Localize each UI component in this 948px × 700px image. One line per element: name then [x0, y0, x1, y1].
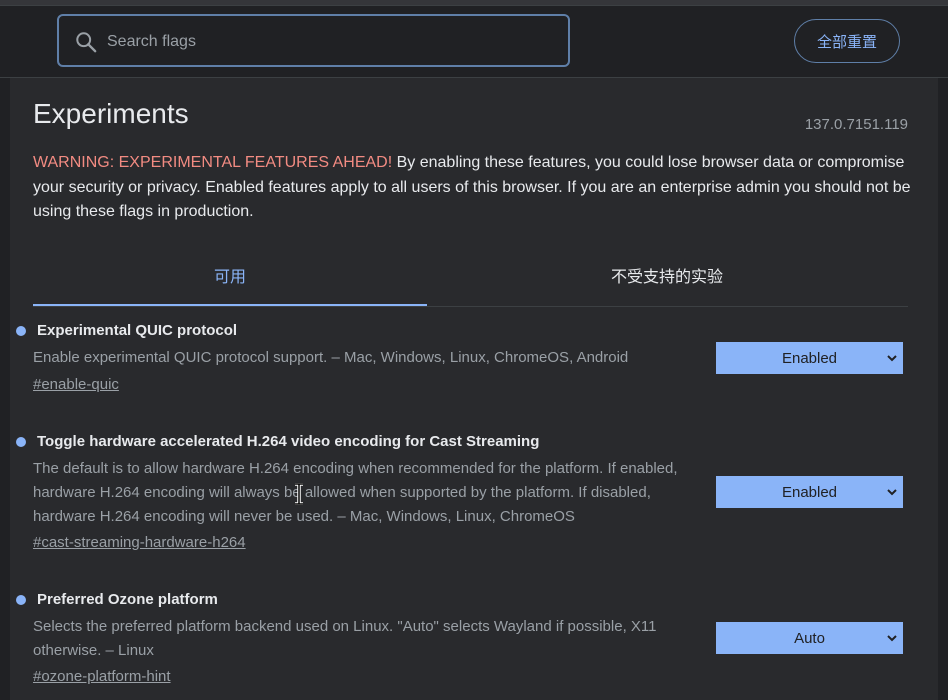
flag-indicator-dot [16, 326, 26, 336]
chevron-down-icon [887, 489, 897, 496]
flag-indicator-dot [16, 595, 26, 605]
flag-state-value: Auto [794, 629, 825, 647]
flag-description: Selects the preferred platform backend u… [33, 618, 657, 659]
flag-item-enable-quic: Experimental QUIC protocol Enable experi… [16, 322, 916, 402]
chevron-down-icon [887, 635, 897, 642]
flag-link[interactable]: #ozone-platform-hint [33, 668, 171, 685]
search-input[interactable] [105, 28, 559, 56]
text-cursor-icon [295, 483, 303, 505]
flag-item-cast-streaming-hardware-h264: Toggle hardware accelerated H.264 video … [16, 433, 916, 563]
flag-link[interactable]: #enable-quic [33, 376, 119, 393]
warning-message: WARNING: EXPERIMENTAL FEATURES AHEAD! By… [33, 151, 913, 225]
header-bar: 全部重置 [0, 6, 948, 78]
search-icon [76, 32, 97, 53]
experiments-panel: Experiments 137.0.7151.119 WARNING: EXPE… [10, 78, 938, 700]
flag-name: Preferred Ozone platform [37, 591, 218, 608]
chevron-down-icon [887, 355, 897, 362]
flag-state-select[interactable]: Enabled [716, 476, 903, 508]
flag-item-ozone-platform-hint: Preferred Ozone platform Selects the pre… [16, 591, 916, 691]
tab-available[interactable]: 可用 [33, 246, 427, 306]
reset-all-button[interactable]: 全部重置 [794, 19, 900, 63]
version-label: 137.0.7151.119 [804, 116, 908, 133]
flag-name: Toggle hardware accelerated H.264 video … [37, 433, 540, 450]
flag-state-select[interactable]: Enabled [716, 342, 903, 374]
flag-link[interactable]: #cast-streaming-hardware-h264 [33, 534, 246, 551]
warning-label: WARNING: EXPERIMENTAL FEATURES AHEAD! [33, 154, 393, 171]
flag-indicator-dot [16, 437, 26, 447]
tab-bar: 可用 不受支持的实验 [33, 246, 908, 307]
flag-name: Experimental QUIC protocol [37, 322, 238, 339]
flag-state-value: Enabled [781, 349, 838, 367]
flag-description: Enable experimental QUIC protocol suppor… [33, 349, 629, 366]
flag-state-value: Enabled [781, 483, 838, 501]
page-title: Experiments [33, 98, 189, 129]
search-box[interactable] [57, 14, 570, 67]
tab-unavailable[interactable]: 不受支持的实验 [470, 246, 864, 304]
flag-state-select[interactable]: Auto [716, 622, 903, 654]
flag-description: The default is to allow hardware H.264 e… [33, 460, 678, 525]
